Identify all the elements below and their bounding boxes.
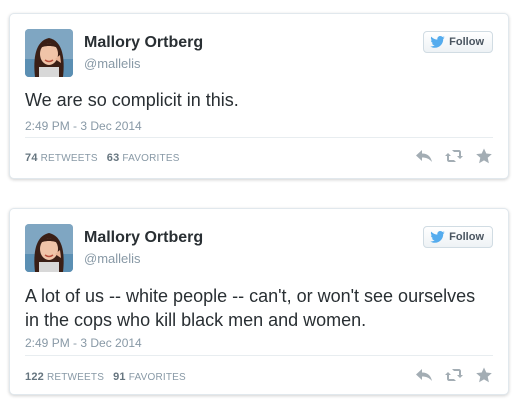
- avatar[interactable]: [25, 224, 73, 272]
- retweets-count[interactable]: 74: [25, 152, 38, 164]
- avatar[interactable]: [25, 29, 73, 77]
- tweet-actions: [415, 367, 493, 383]
- reply-icon[interactable]: [415, 148, 433, 164]
- favorites-label[interactable]: FAVORITES: [129, 372, 186, 383]
- follow-button[interactable]: Follow: [423, 31, 493, 53]
- tweet-timestamp[interactable]: 2:49 PM - 3 Dec 2014: [25, 119, 142, 133]
- retweet-icon[interactable]: [445, 148, 463, 164]
- twitter-bird-icon: [430, 36, 445, 48]
- tweet-text: A lot of us -- white people -- can't, or…: [25, 286, 476, 330]
- retweets-label[interactable]: RETWEETS: [47, 372, 104, 383]
- favorites-label[interactable]: FAVORITES: [122, 153, 179, 164]
- divider: [25, 137, 493, 138]
- tweet-stats: 74 RETWEETS 63 FAVORITES: [25, 152, 180, 164]
- retweets-count[interactable]: 122: [25, 371, 44, 383]
- tweet-actions: [415, 148, 493, 164]
- follow-label: Follow: [449, 231, 484, 243]
- twitter-bird-icon: [430, 231, 445, 243]
- author-name[interactable]: Mallory Ortberg: [84, 229, 203, 247]
- tweet-card: Mallory Ortberg @mallelis Follow A lot o…: [9, 208, 509, 395]
- follow-label: Follow: [449, 36, 484, 48]
- reply-icon[interactable]: [415, 367, 433, 383]
- favorite-icon[interactable]: [475, 148, 493, 164]
- favorites-count[interactable]: 63: [107, 152, 120, 164]
- favorites-count[interactable]: 91: [113, 371, 126, 383]
- author-handle[interactable]: @mallelis: [84, 251, 141, 266]
- retweets-label[interactable]: RETWEETS: [41, 153, 98, 164]
- author-name[interactable]: Mallory Ortberg: [84, 34, 203, 52]
- tweet-text: We are so complicit in this.: [25, 90, 239, 110]
- tweet-timestamp[interactable]: 2:49 PM - 3 Dec 2014: [25, 336, 142, 350]
- tweet-stats: 122 RETWEETS 91 FAVORITES: [25, 371, 186, 383]
- tweet-card: Mallory Ortberg @mallelis Follow We are …: [9, 13, 509, 179]
- retweet-icon[interactable]: [445, 367, 463, 383]
- favorite-icon[interactable]: [475, 367, 493, 383]
- follow-button[interactable]: Follow: [423, 226, 493, 248]
- author-handle[interactable]: @mallelis: [84, 56, 141, 71]
- divider: [25, 355, 493, 356]
